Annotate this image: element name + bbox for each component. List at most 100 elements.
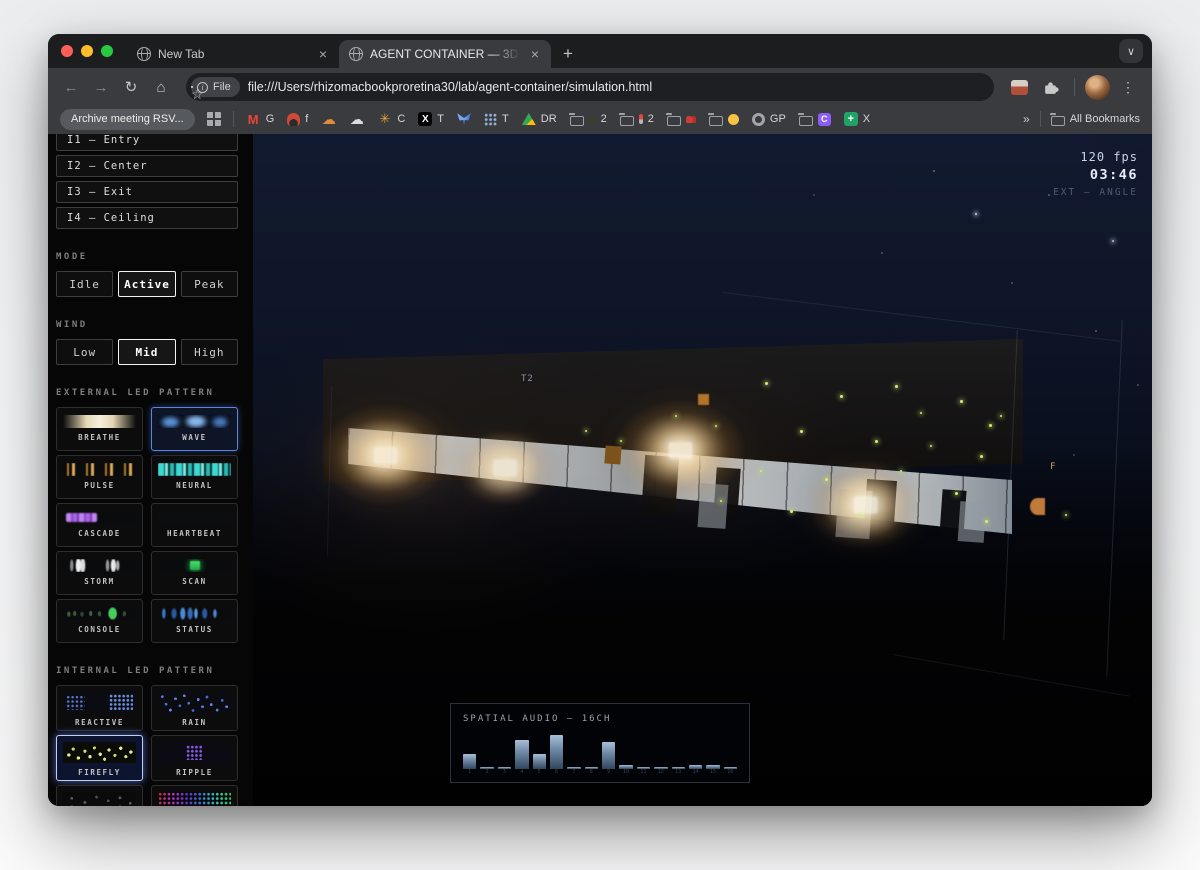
bookmark-folder-2[interactable]: 2 bbox=[620, 113, 654, 126]
forward-icon[interactable]: → bbox=[88, 74, 114, 100]
bookmark-cloud-white[interactable] bbox=[349, 112, 364, 127]
pattern-tile-rain[interactable]: RAIN bbox=[151, 685, 238, 731]
pattern-tile-sparse[interactable] bbox=[56, 785, 143, 806]
audio-channel: 11 bbox=[637, 724, 650, 776]
bookmark-label: GP bbox=[770, 113, 786, 125]
wind-option-high[interactable]: High bbox=[181, 339, 238, 365]
input-button-i3[interactable]: I3 — Exit bbox=[56, 181, 238, 203]
pattern-tile-storm[interactable]: STORM bbox=[56, 551, 143, 595]
wind-option-mid[interactable]: Mid bbox=[118, 339, 175, 365]
simulation-canvas[interactable]: T2F 120 fps 03:46 EXT — ANGLE SPATIAL AU… bbox=[253, 134, 1152, 806]
audio-channel-label: 12 bbox=[654, 769, 667, 776]
bookmark-dots[interactable]: T bbox=[484, 113, 509, 126]
cherries-badge bbox=[686, 115, 696, 123]
tab-agent-container[interactable]: AGENT CONTAINER — 3D Sim × bbox=[339, 40, 551, 68]
bookmark-gp[interactable]: GP bbox=[752, 113, 786, 126]
extension-shortcut-icon[interactable] bbox=[1011, 80, 1028, 95]
mode-option-active[interactable]: Active bbox=[118, 271, 175, 297]
tab-close-icon[interactable]: × bbox=[527, 45, 543, 63]
audio-channel: 7 bbox=[567, 724, 580, 776]
profile-avatar[interactable] bbox=[1085, 75, 1110, 100]
dots-grid-icon bbox=[484, 113, 497, 126]
apps-grid-icon[interactable] bbox=[207, 112, 221, 126]
traffic-lights bbox=[48, 34, 127, 68]
bookmark-starburst[interactable]: C bbox=[377, 112, 405, 127]
audio-bars: 12345678910111213141516 bbox=[463, 724, 737, 776]
audio-channel-label: 4 bbox=[515, 769, 528, 776]
bookmark-folder-3[interactable] bbox=[667, 113, 696, 126]
pattern-tile-label: PULSE bbox=[63, 481, 136, 490]
pattern-tile-breathe[interactable]: BREATHE bbox=[56, 407, 143, 451]
input-button-i4[interactable]: I4 — Ceiling bbox=[56, 207, 238, 229]
firefly-dot bbox=[800, 430, 803, 433]
bookmark-label: DR bbox=[541, 113, 557, 125]
input-button-i1[interactable]: I1 — Entry bbox=[56, 134, 238, 151]
audio-channel: 12 bbox=[654, 724, 667, 776]
firefly-dot bbox=[985, 520, 988, 523]
status-preview bbox=[158, 607, 231, 620]
all-bookmarks-button[interactable]: All Bookmarks bbox=[1051, 113, 1140, 126]
star-dot bbox=[933, 170, 935, 172]
audio-channel-label: 8 bbox=[585, 769, 598, 776]
url-text[interactable]: file:///Users/rhizomacbookproretina30/la… bbox=[248, 80, 984, 94]
tab-new-tab[interactable]: New Tab × bbox=[127, 40, 339, 68]
pattern-tile-cascade[interactable]: CASCADE bbox=[56, 503, 143, 547]
firefly-dot bbox=[715, 425, 717, 427]
reload-icon[interactable]: ↻ bbox=[118, 74, 144, 100]
audio-channel: 2 bbox=[480, 724, 493, 776]
tab-close-icon[interactable]: × bbox=[315, 45, 331, 63]
bookmark-cloud-orange[interactable] bbox=[321, 112, 336, 127]
pattern-tile-label: RAIN bbox=[158, 718, 231, 727]
bookmark-drive[interactable]: DR bbox=[522, 113, 557, 125]
audio-channel: 10 bbox=[619, 724, 632, 776]
firefly-dot bbox=[955, 492, 958, 495]
bookmark-folder-1[interactable]: 2 bbox=[570, 113, 607, 126]
back-icon[interactable]: ← bbox=[58, 74, 84, 100]
pattern-tile-scan[interactable]: SCAN bbox=[151, 551, 238, 595]
rain-preview bbox=[158, 692, 231, 713]
home-icon[interactable]: ⌂ bbox=[148, 74, 174, 100]
bookmark-x[interactable]: T bbox=[418, 112, 444, 126]
bookmark-gmail[interactable]: G bbox=[246, 112, 275, 127]
bookmark-butterfly[interactable] bbox=[457, 113, 471, 125]
address-bar[interactable]: i File file:///Users/rhizomacbookproreti… bbox=[186, 73, 994, 101]
bookmark-sheet[interactable]: X bbox=[844, 112, 870, 126]
star-dot bbox=[975, 213, 977, 215]
pattern-tile-spectrum[interactable] bbox=[151, 785, 238, 806]
input-button-i2[interactable]: I2 — Center bbox=[56, 155, 238, 177]
pattern-tile-wave[interactable]: WAVE bbox=[151, 407, 238, 451]
firefly-dot bbox=[930, 445, 932, 447]
pattern-tile-console[interactable]: CONSOLE bbox=[56, 599, 143, 643]
bookmark-label: T bbox=[502, 113, 509, 125]
bookmarks-separator bbox=[1040, 111, 1041, 127]
tab-group-chip[interactable]: Archive meeting RSV... bbox=[60, 109, 195, 130]
bookmark-folder-4[interactable] bbox=[709, 113, 739, 126]
pattern-tile-reactive[interactable]: REACTIVE bbox=[56, 685, 143, 731]
pattern-tile-status[interactable]: STATUS bbox=[151, 599, 238, 643]
tab-search-chevron-icon[interactable]: ∨ bbox=[1119, 39, 1143, 63]
pattern-tile-firefly[interactable]: FIREFLY bbox=[56, 735, 143, 781]
tab-title: AGENT CONTAINER — 3D Sim bbox=[370, 47, 520, 61]
wind-option-low[interactable]: Low bbox=[56, 339, 113, 365]
bookmarks-items: GfCTTDR22GPX bbox=[246, 112, 1011, 127]
pattern-tile-ripple[interactable]: RIPPLE bbox=[151, 735, 238, 781]
bookmark-folder-5[interactable] bbox=[799, 113, 831, 126]
minimize-window-button[interactable] bbox=[81, 45, 93, 57]
pattern-tile-heartbeat[interactable]: HEARTBEAT bbox=[151, 503, 238, 547]
light-haze bbox=[523, 349, 863, 589]
bookmark-arc[interactable]: f bbox=[287, 113, 308, 126]
bookmarks-overflow-icon[interactable]: » bbox=[1023, 112, 1030, 126]
new-tab-button[interactable]: + bbox=[551, 40, 585, 68]
mode-option-peak[interactable]: Peak bbox=[181, 271, 238, 297]
audio-channel: 3 bbox=[498, 724, 511, 776]
zoom-window-button[interactable] bbox=[101, 45, 113, 57]
close-window-button[interactable] bbox=[61, 45, 73, 57]
pattern-tile-neural[interactable]: NEURAL bbox=[151, 455, 238, 499]
extensions-puzzle-icon[interactable] bbox=[1042, 79, 1059, 96]
mode-option-idle[interactable]: Idle bbox=[56, 271, 113, 297]
bookmark-star-icon[interactable]: ☆ bbox=[191, 86, 193, 88]
menu-kebab-icon[interactable]: ⋮ bbox=[1114, 79, 1142, 96]
scene-marker-t2: T2 bbox=[521, 374, 534, 384]
pattern-tile-pulse[interactable]: PULSE bbox=[56, 455, 143, 499]
storm-preview bbox=[63, 559, 136, 572]
